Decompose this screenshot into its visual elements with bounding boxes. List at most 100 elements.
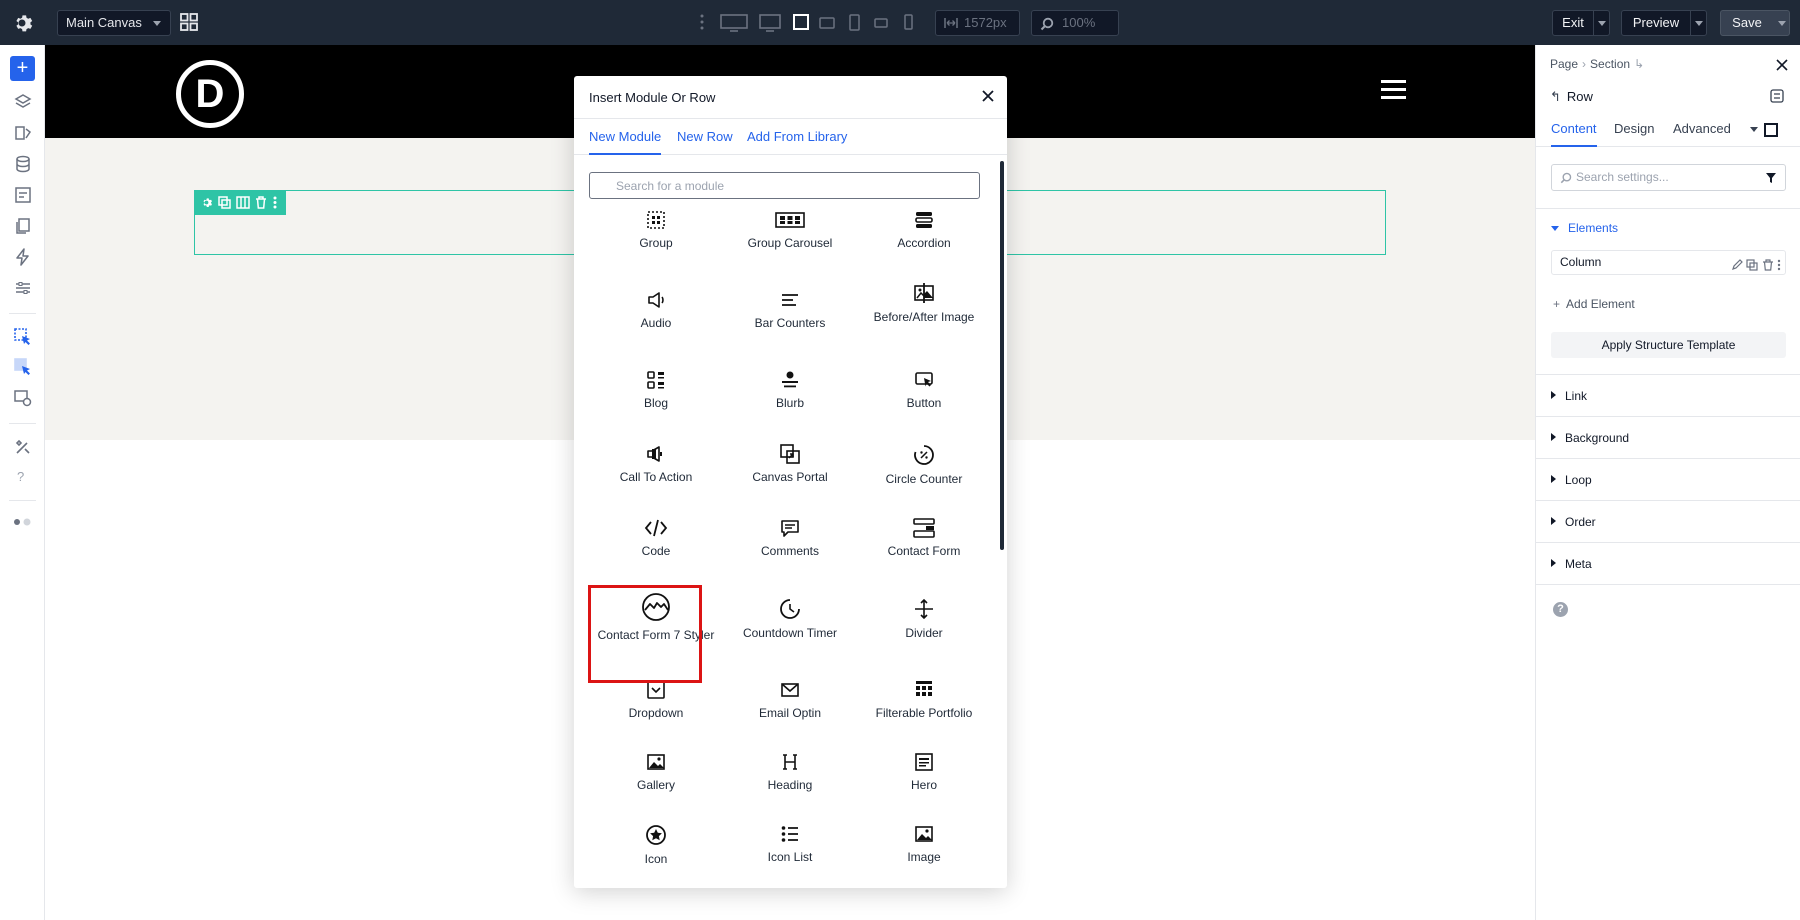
phone-portrait-icon[interactable]: [904, 14, 913, 30]
module-email-optin[interactable]: Email Optin: [723, 680, 857, 720]
module-group-carousel[interactable]: Group Carousel: [723, 210, 857, 250]
section-toggle-link[interactable]: Link: [1551, 389, 1587, 403]
module-gallery[interactable]: Gallery: [589, 752, 723, 792]
square-icon[interactable]: [1764, 123, 1778, 137]
column-item[interactable]: Column: [1551, 250, 1786, 275]
desktop-wide-icon[interactable]: [720, 14, 748, 32]
lightning-icon[interactable]: [14, 248, 32, 266]
save-button[interactable]: Save: [1720, 10, 1790, 36]
close-icon[interactable]: [980, 88, 996, 104]
tools-icon[interactable]: [14, 438, 32, 456]
module-canvas-portal[interactable]: Canvas Portal: [723, 444, 857, 484]
accordion-icon: [915, 212, 933, 228]
tab-advanced[interactable]: Advanced: [1673, 111, 1731, 147]
canvas-select[interactable]: Main Canvas: [57, 10, 171, 36]
module-blurb[interactable]: Blurb: [723, 370, 857, 410]
close-icon[interactable]: [1776, 59, 1788, 71]
elements-section-toggle[interactable]: Elements: [1551, 221, 1618, 235]
settings-search-input[interactable]: Search settings...: [1551, 164, 1786, 191]
canvas-width-input[interactable]: 1572px: [935, 10, 1020, 36]
apply-structure-template-button[interactable]: Apply Structure Template: [1551, 332, 1786, 358]
section-toggle-background[interactable]: Background: [1551, 431, 1629, 445]
gear-icon[interactable]: [10, 11, 34, 35]
module-search-input[interactable]: [589, 172, 980, 199]
modal-scrollbar[interactable]: [1000, 161, 1004, 550]
desktop-icon[interactable]: [759, 14, 781, 32]
section-toggle-meta[interactable]: Meta: [1551, 557, 1592, 571]
module-circle-counter[interactable]: Circle Counter: [857, 444, 991, 486]
exit-menu-toggle[interactable]: [1593, 11, 1609, 35]
tab-design[interactable]: Design: [1614, 111, 1654, 147]
section-toggle-loop[interactable]: Loop: [1551, 473, 1592, 487]
row-duplicate-icon[interactable]: [218, 196, 231, 209]
module-divider[interactable]: Divider: [857, 598, 991, 640]
module-comments[interactable]: Comments: [723, 518, 857, 558]
module-countdown-timer[interactable]: Countdown Timer: [723, 598, 857, 640]
duplicate-icon[interactable]: [1746, 259, 1758, 271]
layers-icon[interactable]: [14, 93, 32, 111]
save-menu-toggle[interactable]: [1773, 11, 1789, 35]
chevron-down-icon[interactable]: [1750, 127, 1758, 132]
add-module-button[interactable]: +: [10, 56, 35, 81]
preview-button[interactable]: Preview: [1621, 10, 1707, 36]
layout-icon[interactable]: [14, 186, 32, 204]
module-before-after-image[interactable]: Before/After Image: [857, 282, 991, 324]
preview-menu-toggle[interactable]: [1690, 11, 1706, 35]
module-call-to-action[interactable]: Call To Action: [589, 444, 723, 484]
back-arrow-icon[interactable]: ↰: [1550, 89, 1561, 104]
module-icon-list[interactable]: Icon List: [723, 824, 857, 864]
row-more-icon[interactable]: [273, 196, 277, 209]
edit-icon[interactable]: [1731, 259, 1743, 271]
module-contact-form[interactable]: Contact Form: [857, 518, 991, 558]
database-icon[interactable]: [14, 155, 32, 173]
tab-new-module[interactable]: New Module: [589, 119, 662, 155]
add-element-button[interactable]: + Add Element: [1553, 297, 1635, 311]
trash-icon[interactable]: [1762, 259, 1774, 271]
zoom-input[interactable]: 100%: [1031, 10, 1119, 36]
hamburger-menu-icon[interactable]: [1381, 80, 1406, 100]
drag-handle-icon[interactable]: [700, 14, 704, 30]
module-filterable-portfolio[interactable]: Filterable Portfolio: [857, 680, 991, 720]
breadcrumb-section[interactable]: Section: [1590, 57, 1630, 71]
tablet-landscape-icon[interactable]: [819, 17, 835, 29]
theme-builder-icon[interactable]: [14, 124, 32, 142]
module-accordion[interactable]: Accordion: [857, 210, 991, 250]
module-code[interactable]: Code: [589, 518, 723, 558]
row-settings-icon[interactable]: [200, 196, 213, 209]
more-icon[interactable]: [1777, 259, 1781, 271]
laptop-icon[interactable]: [793, 14, 809, 30]
phone-landscape-icon[interactable]: [874, 18, 888, 28]
module-dropdown[interactable]: Dropdown: [589, 680, 723, 720]
divider-icon: [915, 598, 933, 620]
module-button[interactable]: Button: [857, 370, 991, 410]
hover-mode-icon[interactable]: [14, 358, 32, 376]
help-icon[interactable]: ?: [1553, 602, 1568, 617]
module-blog[interactable]: Blog: [589, 370, 723, 410]
module-heading[interactable]: Heading: [723, 752, 857, 792]
filter-icon[interactable]: [1765, 172, 1777, 184]
module-hero[interactable]: Hero: [857, 752, 991, 792]
toggle-icon[interactable]: [13, 518, 33, 526]
module-bar-counters[interactable]: Bar Counters: [723, 290, 857, 330]
module-image[interactable]: Image: [857, 824, 991, 864]
tab-add-from-library[interactable]: Add From Library: [747, 119, 847, 155]
responsive-view-icon[interactable]: [14, 389, 32, 407]
module-group[interactable]: Group: [589, 210, 723, 250]
breadcrumb-page[interactable]: Page: [1550, 57, 1578, 71]
help-icon[interactable]: ?: [17, 469, 24, 484]
tab-new-row[interactable]: New Row: [677, 119, 733, 155]
section-toggle-order[interactable]: Order: [1551, 515, 1596, 529]
row-delete-icon[interactable]: [255, 196, 267, 209]
grid-icon[interactable]: [180, 13, 198, 31]
panel-options-icon[interactable]: [1770, 89, 1784, 103]
row-columns-icon[interactable]: [236, 196, 250, 209]
module-icon[interactable]: Icon: [589, 824, 723, 866]
module-audio[interactable]: Audio: [589, 290, 723, 330]
click-mode-icon[interactable]: [14, 328, 32, 346]
tablet-portrait-icon[interactable]: [849, 14, 860, 31]
pages-icon[interactable]: [14, 217, 32, 235]
tab-content[interactable]: Content: [1551, 111, 1597, 147]
module-label: Group Carousel: [747, 236, 833, 250]
settings-sliders-icon[interactable]: [14, 279, 32, 297]
exit-button[interactable]: Exit: [1552, 10, 1610, 36]
